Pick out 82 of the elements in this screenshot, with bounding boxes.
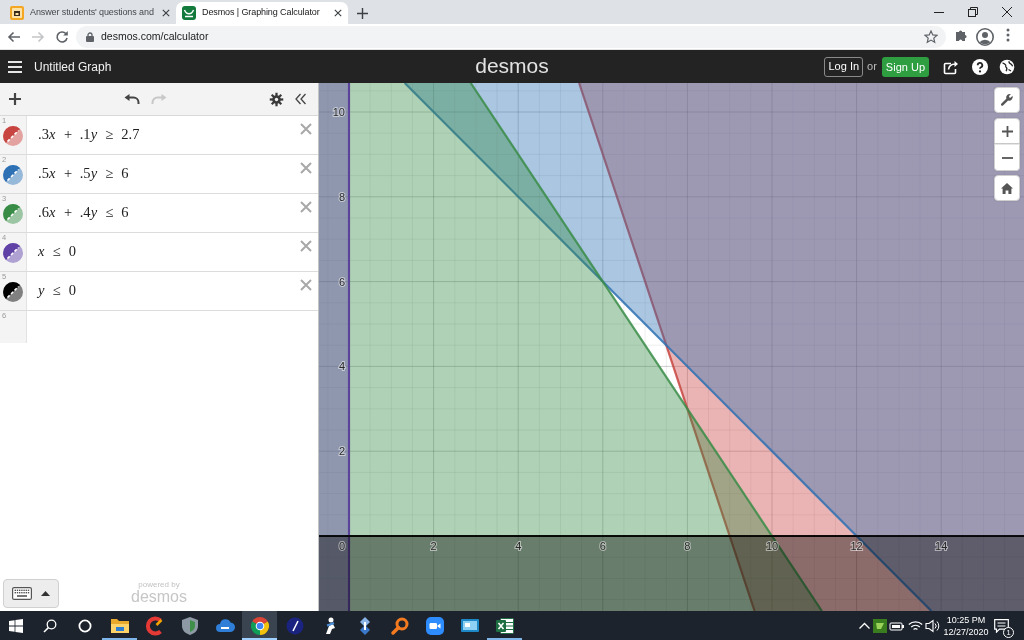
axis-label: 2 bbox=[338, 445, 345, 458]
axis-label: 2 bbox=[430, 540, 437, 552]
speaker-icon[interactable] bbox=[924, 618, 940, 633]
reload-icon[interactable] bbox=[55, 29, 69, 44]
address-bar[interactable]: desmos.com/calculator bbox=[76, 25, 946, 48]
minus-icon bbox=[1001, 156, 1013, 159]
graph-settings-button[interactable] bbox=[994, 87, 1020, 113]
spreadsheet-icon bbox=[494, 615, 515, 636]
footer-logo: desmos bbox=[131, 589, 187, 605]
close-icon[interactable] bbox=[162, 9, 170, 17]
keyboard-button[interactable] bbox=[3, 578, 59, 608]
axis-label: 0 bbox=[338, 540, 345, 552]
settings-icon[interactable] bbox=[269, 91, 284, 107]
axis-label: 6 bbox=[338, 275, 345, 288]
separator-text: or bbox=[867, 59, 877, 75]
axis-label: 8 bbox=[684, 540, 691, 552]
expression-input[interactable]: .5x + .5y ≥ 6 bbox=[27, 155, 300, 193]
battery-icon[interactable] bbox=[889, 619, 905, 632]
taskbar-button[interactable] bbox=[242, 611, 277, 640]
axis-label: 14 bbox=[935, 540, 948, 552]
time-text: 10:25 PM bbox=[946, 613, 986, 626]
axis-label: 4 bbox=[515, 540, 522, 552]
date-text: 12/27/2020 bbox=[943, 625, 989, 638]
disc-icon bbox=[284, 615, 305, 636]
wifi-icon[interactable] bbox=[907, 619, 923, 632]
color-swatch-icon[interactable] bbox=[3, 204, 23, 224]
collapse-icon[interactable] bbox=[294, 93, 307, 105]
start-icon[interactable] bbox=[9, 618, 23, 633]
new-tab-icon[interactable] bbox=[356, 7, 368, 19]
home-button[interactable] bbox=[994, 175, 1020, 201]
tricolor-circle-icon bbox=[249, 615, 270, 636]
zoom-out-button[interactable] bbox=[994, 144, 1020, 171]
globe-icon[interactable] bbox=[999, 58, 1015, 75]
search-icon[interactable] bbox=[42, 618, 57, 633]
add-icon[interactable] bbox=[8, 92, 22, 106]
back-icon[interactable] bbox=[7, 29, 21, 44]
axis-label: 10 bbox=[765, 540, 779, 552]
app-tile-icon[interactable] bbox=[873, 618, 887, 633]
star-icon[interactable] bbox=[924, 29, 938, 44]
expression-input[interactable]: x ≤ 0 bbox=[27, 233, 300, 271]
task-view-icon[interactable] bbox=[77, 618, 92, 633]
close-icon[interactable] bbox=[334, 9, 342, 17]
curve-tile-icon bbox=[182, 6, 196, 20]
close-icon[interactable] bbox=[1002, 7, 1012, 17]
browser-tab[interactable]: Answer students' questions and bbox=[4, 2, 176, 24]
caret-up-icon bbox=[41, 590, 50, 596]
color-swatch-icon[interactable] bbox=[3, 165, 23, 185]
axis-label: 8 bbox=[338, 190, 345, 203]
logo-text: desmos bbox=[475, 55, 549, 78]
lock-icon bbox=[86, 31, 94, 42]
browser-tab[interactable]: Desmos | Graphing Calculator bbox=[176, 2, 348, 24]
expression-input[interactable]: y ≤ 0 bbox=[27, 272, 300, 310]
axis-label: 12 bbox=[850, 540, 863, 552]
more-icon[interactable] bbox=[1005, 27, 1010, 42]
color-swatch-icon[interactable] bbox=[3, 282, 23, 302]
axis-label: 10 bbox=[332, 106, 345, 118]
expression-input[interactable]: .6x + .4y ≤ 6 bbox=[27, 194, 300, 232]
arc-icon bbox=[144, 615, 165, 636]
help-icon[interactable] bbox=[972, 58, 988, 75]
undo-icon[interactable] bbox=[124, 93, 140, 105]
home-icon bbox=[1001, 182, 1013, 194]
menu-icon[interactable] bbox=[8, 60, 22, 73]
avatar-icon[interactable] bbox=[975, 27, 994, 46]
graph-title: Untitled Graph bbox=[34, 58, 112, 76]
wrench-icon bbox=[1000, 93, 1014, 107]
color-swatch-icon[interactable] bbox=[3, 126, 23, 146]
tile-icon bbox=[10, 6, 24, 20]
plus-icon bbox=[1001, 125, 1013, 137]
keyboard-icon bbox=[12, 586, 32, 600]
color-swatch-icon[interactable] bbox=[3, 243, 23, 263]
magnifier-icon bbox=[389, 615, 410, 636]
notification-icon[interactable] bbox=[993, 618, 1009, 633]
login-button[interactable]: Log In bbox=[824, 56, 864, 77]
zoom-in-button[interactable] bbox=[994, 118, 1020, 144]
video-camera-icon bbox=[424, 615, 445, 636]
caret-up-icon[interactable] bbox=[858, 622, 870, 629]
expression-input[interactable]: .3x + .1y ≥ 2.7 bbox=[27, 116, 300, 154]
axis-label: 6 bbox=[599, 540, 606, 552]
restore-icon[interactable] bbox=[968, 7, 978, 17]
shield-icon bbox=[179, 615, 200, 636]
axis-label: 4 bbox=[338, 360, 345, 373]
puzzle-icon[interactable] bbox=[954, 27, 969, 42]
